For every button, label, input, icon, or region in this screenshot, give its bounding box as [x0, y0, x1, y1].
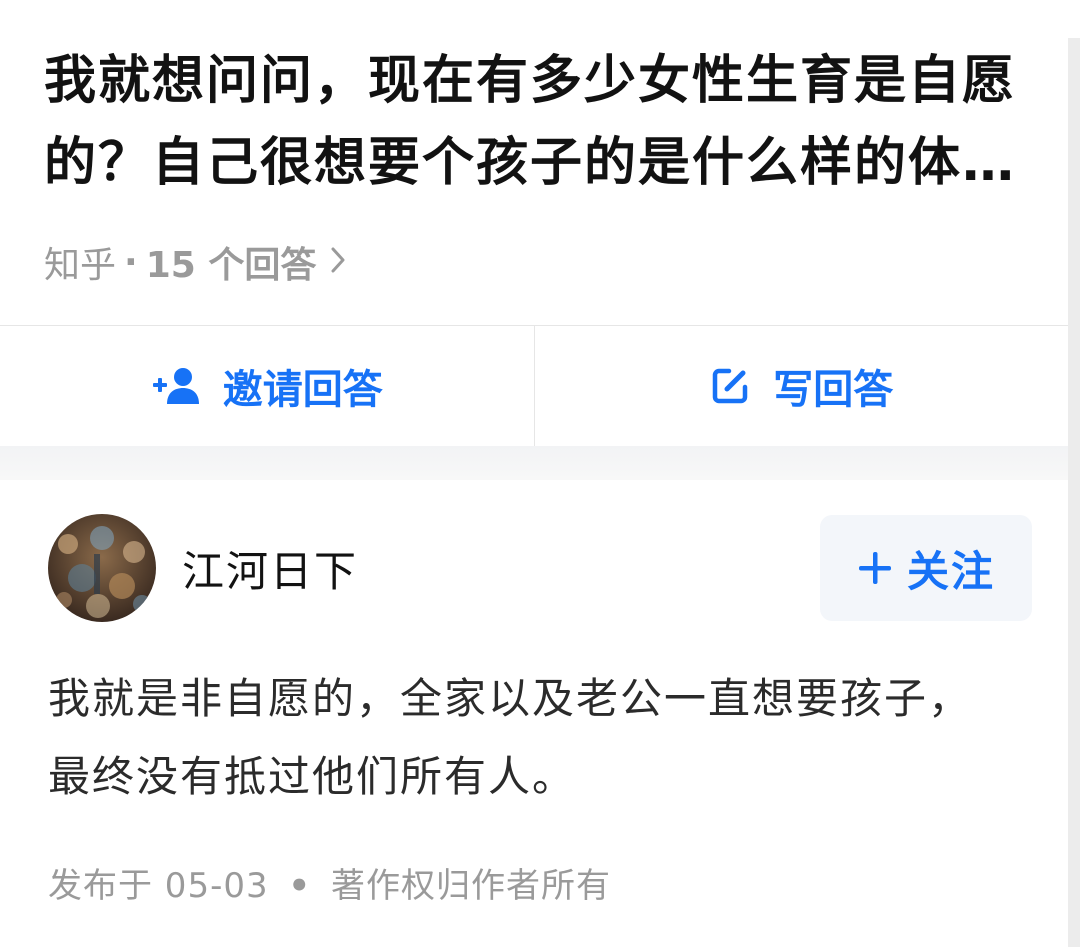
- source-label: 知乎: [44, 245, 117, 286]
- chevron-right-icon: [330, 242, 346, 283]
- write-answer-button[interactable]: 写回答: [535, 326, 1069, 446]
- answer-action-bar: 邀请回答 写回答: [0, 325, 1068, 446]
- copyright-notice: 著作权归作者所有: [330, 866, 611, 906]
- edit-icon: [709, 365, 751, 407]
- section-separator: [0, 446, 1068, 480]
- invite-answer-button[interactable]: 邀请回答: [0, 326, 534, 446]
- plus-icon: [857, 550, 893, 586]
- invite-answer-label: 邀请回答: [222, 367, 383, 413]
- add-user-icon: [151, 366, 201, 406]
- answer-author-row: 江河日下 关注: [48, 514, 1032, 622]
- meta-dot: •: [288, 866, 312, 906]
- answer-meta: 发布于 05-03 • 著作权归作者所有: [48, 858, 611, 907]
- avatar[interactable]: [48, 514, 156, 622]
- question-title[interactable]: 我就想问问，现在有多少女性生育是自愿的？自己很想要个孩子的是什么样的体验？: [44, 40, 1034, 204]
- author-name[interactable]: 江河日下: [182, 538, 358, 599]
- zhihu-question-page: 我就想问问，现在有多少女性生育是自愿的？自己很想要个孩子的是什么样的体验？ 知乎…: [0, 0, 1080, 947]
- right-edge-shadow: [1068, 38, 1080, 947]
- published-date: 发布于 05-03: [48, 866, 269, 906]
- answer-count: 15 个回答: [145, 245, 317, 286]
- follow-button[interactable]: 关注: [820, 515, 1032, 621]
- meta-separator: ·: [124, 241, 138, 283]
- follow-label: 关注: [906, 546, 995, 596]
- question-meta-link[interactable]: 知乎 · 15 个回答: [44, 234, 346, 290]
- write-answer-label: 写回答: [773, 367, 894, 413]
- answer-content[interactable]: 我就是非自愿的，全家以及老公一直想要孩子，最终没有抵过他们所有人。: [48, 660, 1008, 816]
